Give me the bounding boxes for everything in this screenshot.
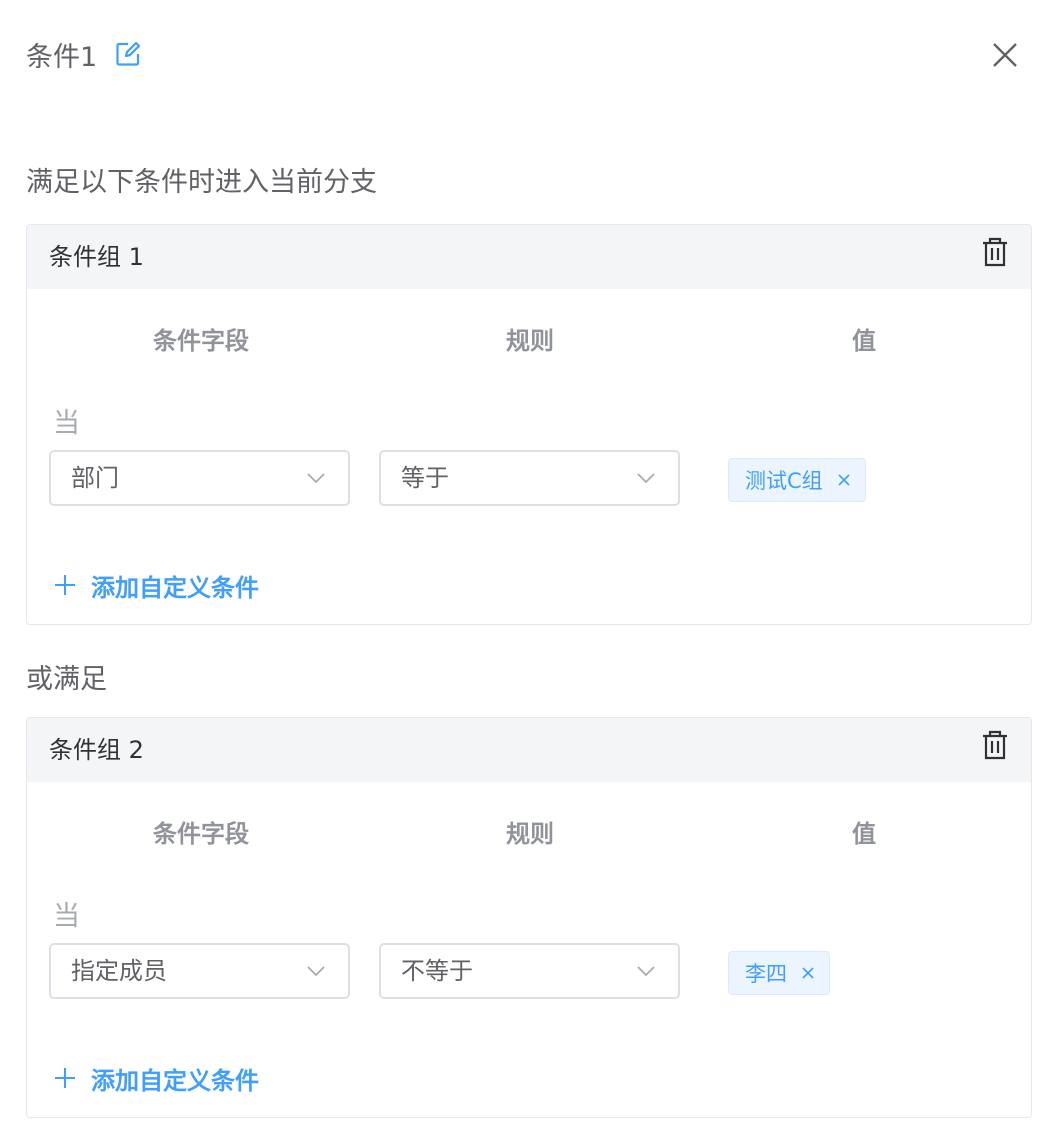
add-custom-condition-button[interactable]: 添加自定义条件	[53, 1058, 259, 1098]
rule-select-value: 等于	[401, 464, 449, 492]
condition-group-header: 条件组 2	[27, 718, 1031, 782]
when-label: 当	[53, 408, 80, 439]
condition-intro-text: 满足以下条件时进入当前分支	[26, 167, 377, 198]
close-icon[interactable]	[990, 40, 1020, 70]
tag-close-icon[interactable]	[801, 966, 815, 980]
plus-icon	[55, 575, 75, 595]
column-header-value: 值	[852, 820, 876, 848]
chevron-down-icon	[637, 473, 655, 484]
field-select[interactable]: 指定成员	[49, 943, 350, 999]
rule-select-value: 不等于	[401, 957, 473, 985]
condition-group-2: 条件组 2 条件字段 规则 值 当 指定成员 不等于 李四 添加自定义条件	[26, 717, 1032, 1118]
dialog-title: 条件1	[26, 41, 98, 73]
dialog-header: 条件1	[26, 34, 141, 74]
condition-group-header: 条件组 1	[27, 225, 1031, 289]
chevron-down-icon	[307, 966, 325, 977]
condition-group-title: 条件组 1	[49, 243, 144, 271]
rule-select[interactable]: 不等于	[379, 943, 680, 999]
rule-select[interactable]: 等于	[379, 450, 680, 506]
edit-icon[interactable]	[115, 41, 141, 67]
trash-icon[interactable]	[981, 237, 1009, 267]
plus-icon	[55, 1068, 75, 1088]
field-select[interactable]: 部门	[49, 450, 350, 506]
or-label: 或满足	[26, 664, 107, 695]
trash-icon[interactable]	[981, 730, 1009, 760]
column-header-field: 条件字段	[153, 327, 249, 355]
value-tag-label: 测试C组	[745, 469, 823, 493]
column-header-rule: 规则	[506, 820, 554, 848]
add-custom-condition-label: 添加自定义条件	[91, 573, 259, 602]
column-header-field: 条件字段	[153, 820, 249, 848]
field-select-value: 部门	[71, 464, 119, 492]
add-custom-condition-button[interactable]: 添加自定义条件	[53, 565, 259, 605]
value-tag: 测试C组	[728, 458, 866, 502]
column-header-rule: 规则	[506, 327, 554, 355]
field-select-value: 指定成员	[71, 957, 167, 985]
condition-group-1: 条件组 1 条件字段 规则 值 当 部门 等于 测试C组 添加自定义条件	[26, 224, 1032, 625]
condition-group-title: 条件组 2	[49, 736, 144, 764]
value-tag: 李四	[728, 951, 830, 995]
tag-close-icon[interactable]	[837, 473, 851, 487]
column-header-value: 值	[852, 327, 876, 355]
when-label: 当	[53, 901, 80, 932]
value-tag-label: 李四	[745, 962, 787, 986]
chevron-down-icon	[637, 966, 655, 977]
add-custom-condition-label: 添加自定义条件	[91, 1066, 259, 1095]
chevron-down-icon	[307, 473, 325, 484]
